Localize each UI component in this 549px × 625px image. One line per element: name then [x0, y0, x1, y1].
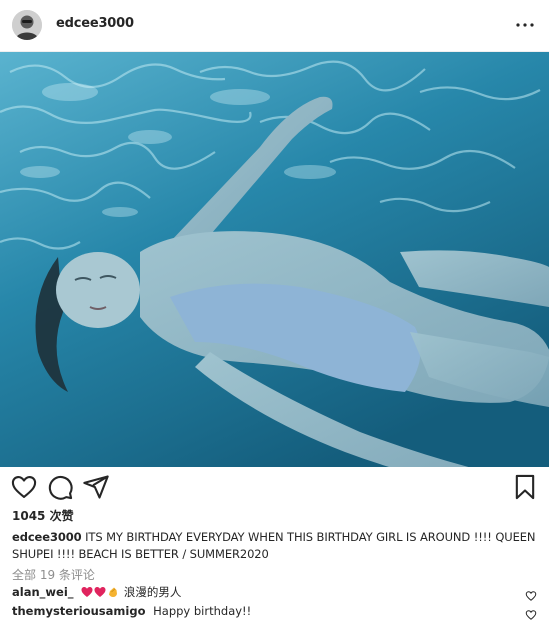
comment-like-icon[interactable]: [525, 606, 537, 620]
share-icon[interactable]: [82, 473, 110, 501]
caption-username[interactable]: edcee3000: [12, 530, 82, 544]
more-horizontal-icon[interactable]: [513, 15, 537, 35]
heart-emoji: [81, 587, 93, 597]
likes-count[interactable]: 1045 次赞: [12, 507, 74, 524]
caption-text: ITS MY BIRTHDAY EVERYDAY WHEN THIS BIRTH…: [12, 530, 536, 561]
heart-emoji: [94, 587, 106, 597]
post-caption: edcee3000 ITS MY BIRTHDAY EVERYDAY WHEN …: [12, 529, 538, 563]
comment-text: Happy birthday!!: [153, 604, 252, 618]
view-all-comments-link[interactable]: 全部 19 条评论: [12, 566, 95, 583]
comment-username[interactable]: themysteriousamigo: [12, 604, 145, 618]
avatar[interactable]: [12, 10, 42, 40]
comment-like-icon[interactable]: [525, 587, 537, 601]
post-username[interactable]: edcee3000: [56, 16, 134, 31]
comment-icon[interactable]: [46, 473, 74, 501]
comment-username[interactable]: alan_wei_: [12, 585, 74, 599]
bookmark-icon[interactable]: [511, 473, 539, 501]
clapping-hands-emoji: [109, 587, 118, 597]
comment-text: 浪漫的男人: [123, 585, 182, 599]
heart-icon[interactable]: [10, 473, 38, 501]
comment-row: themysteriousamigo Happy birthday!!: [12, 603, 512, 620]
comment-row: alan_wei_ 浪漫的男人: [12, 584, 512, 601]
action-bar: [0, 473, 549, 503]
post-header: edcee3000: [0, 0, 549, 52]
post-image[interactable]: [0, 52, 549, 467]
